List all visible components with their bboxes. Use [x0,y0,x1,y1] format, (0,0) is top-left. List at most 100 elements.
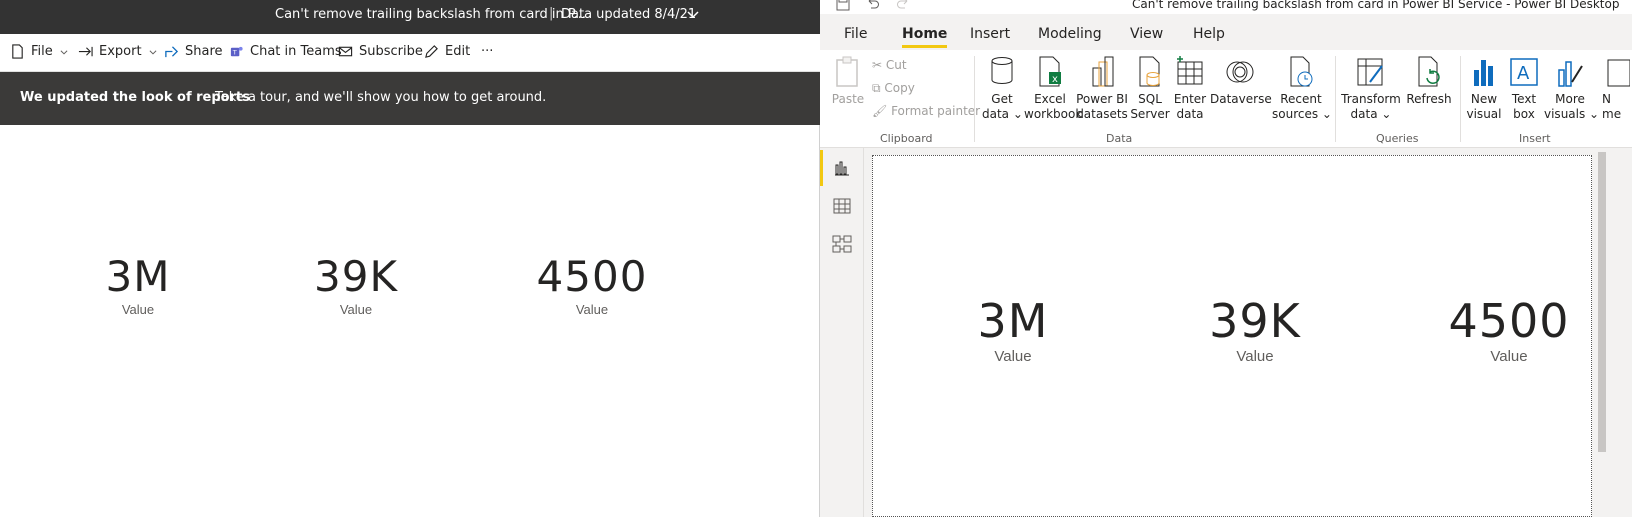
data-view-icon[interactable] [830,194,854,218]
copy-button[interactable]: ⧉ Copy [872,81,915,96]
subscribe-label: Subscribe [359,44,423,59]
sql-label-2: Server [1130,107,1170,121]
get-data-label-2: data ⌄ [982,107,1023,121]
tab-home[interactable]: Home [902,26,948,48]
desktop-title-bar: Can't remove trailing backslash from car… [820,0,1632,14]
share-button[interactable]: Share [164,44,223,59]
paste-button[interactable]: Paste [830,56,866,107]
card-label: Value [121,302,155,317]
card-value: 4500 [1448,294,1570,348]
card-label: Value [1490,348,1528,365]
more-visuals-label-2: visuals ⌄ [1544,107,1600,121]
paste-label: Paste [831,92,865,106]
tab-view[interactable]: View [1130,26,1163,42]
export-menu-button[interactable]: Export [78,44,158,59]
new-visual-button[interactable]: New visual [1464,56,1504,122]
power-bi-datasets-button[interactable]: Power BI datasets [1076,56,1128,122]
vertical-scrollbar[interactable] [1596,148,1608,517]
banner-text[interactable]: Take a tour, and we'll show you how to g… [215,90,546,105]
refresh-label: Refresh [1406,92,1452,106]
tab-help[interactable]: Help [1193,26,1225,42]
data-updated-label[interactable]: Data updated 8/4/21 [561,7,696,22]
report-canvas[interactable]: 3M Value 39K Value 4500 Value [872,155,1592,517]
tab-modeling[interactable]: Modeling [1038,26,1102,42]
card-visual[interactable]: 3M Value [73,252,203,317]
cut-label: Cut [885,58,907,72]
more-options-label: ··· [481,44,494,59]
scrollbar-thumb[interactable] [1598,152,1606,452]
excel-icon: x [1039,56,1061,87]
brush-icon: 🖌 [872,104,892,118]
dataverse-button[interactable]: Dataverse [1210,56,1272,107]
more-visuals-label-1: More [1555,92,1585,106]
transform-label-1: Transform [1341,92,1401,106]
enter-data-label-2: data [1176,107,1204,121]
group-divider [974,56,975,142]
chat-in-teams-button[interactable]: T Chat in Teams [229,44,342,59]
transform-data-button[interactable]: Transform data ⌄ [1340,56,1402,122]
transform-data-icon [1357,58,1383,86]
report-view-icon[interactable] [830,156,854,180]
card-visual[interactable]: 4500 Value [517,252,667,317]
file-menu-button[interactable]: File [10,44,69,59]
power-bi-desktop-window: Can't remove trailing backslash from car… [820,0,1632,517]
recent-sources-label-2: sources ⌄ [1272,107,1332,121]
redo-icon[interactable] [896,0,910,11]
view-switcher-nav [820,148,864,517]
export-label: Export [99,44,142,59]
excel-workbook-button[interactable]: x Excel workbook [1024,56,1082,122]
recent-sources-icon [1290,56,1313,87]
card-value: 3M [977,294,1049,348]
mail-icon [338,46,353,57]
edit-button[interactable]: Edit [424,44,470,59]
get-data-button[interactable]: Get data ⌄ [982,56,1023,122]
edit-label: Edit [445,44,471,59]
more-visuals-button[interactable]: More visuals ⌄ [1544,56,1600,122]
chevron-down-icon[interactable] [686,7,700,21]
enter-data-label-1: Enter [1173,92,1207,106]
new-visual-label-1: New [1470,92,1498,106]
active-view-indicator [820,150,823,186]
undo-icon[interactable] [866,0,880,11]
cut-button[interactable]: ✂ Cut [872,58,907,73]
recent-sources-button[interactable]: Recent sources ⌄ [1272,56,1332,122]
more-options-button[interactable]: ··· [481,44,493,59]
card-value: 39K [314,252,398,301]
card-visual[interactable]: 39K Value [1185,294,1325,365]
format-painter-label: Format painter [891,104,981,118]
card-value: 39K [1209,294,1301,348]
format-painter-button[interactable]: 🖌 Format painter [872,104,980,119]
card-visual[interactable]: 39K Value [291,252,421,317]
queries-group-label: Queries [1376,132,1419,145]
teams-icon: T [230,46,243,56]
card-visual[interactable]: 3M Value [953,294,1073,365]
sql-server-button[interactable]: SQL Server [1130,56,1170,122]
subscribe-button[interactable]: Subscribe [338,44,423,59]
measure-icon [1607,59,1630,87]
service-toolbar: File Export Share T Chat in Teams Subscr… [0,34,820,72]
enter-data-button[interactable]: Enter data [1172,56,1208,122]
save-icon[interactable] [836,0,850,11]
datasets-label-2: datasets [1076,107,1128,121]
refresh-icon [1418,56,1440,87]
paste-icon [836,56,858,87]
get-data-label-1: Get [991,92,1013,106]
new-measure-button[interactable]: N me [1602,56,1630,122]
refresh-button[interactable]: Refresh [1404,56,1454,107]
tab-insert[interactable]: Insert [970,26,1010,42]
clipboard-group-label: Clipboard [880,132,933,145]
scissors-icon: ✂ [872,58,886,72]
new-visual-label-2: visual [1466,107,1502,121]
group-divider [1460,56,1461,142]
chat-in-teams-label: Chat in Teams [250,44,342,59]
text-box-button[interactable]: A Text box [1506,56,1542,122]
share-label: Share [185,44,223,59]
tab-file[interactable]: File [844,26,867,42]
chevron-down-icon [60,49,68,55]
card-visual[interactable]: 4500 Value [1429,294,1589,365]
table-icon [1177,56,1203,85]
model-view-icon[interactable] [830,232,854,256]
sql-server-icon [1139,56,1160,87]
dataverse-icon [1226,61,1254,83]
text-box-label-2: box [1513,107,1535,121]
